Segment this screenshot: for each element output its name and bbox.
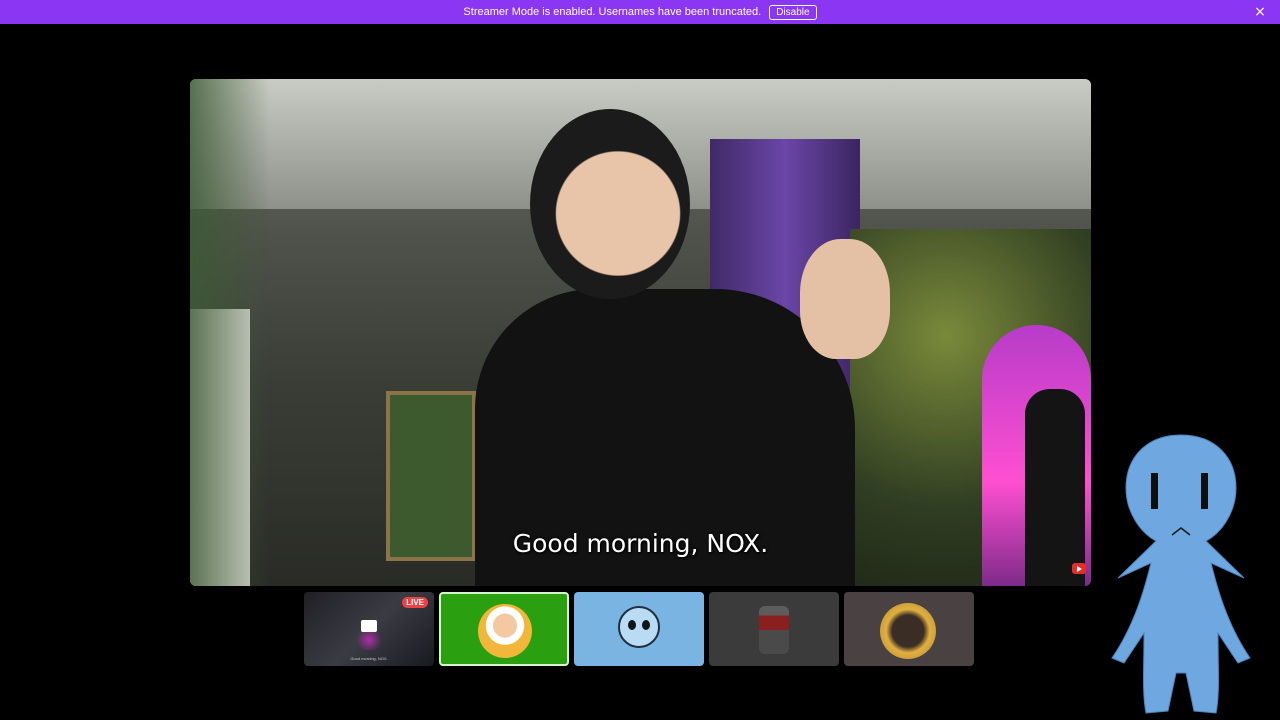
live-badge: LIVE bbox=[402, 597, 428, 608]
participant-tile-gray[interactable] bbox=[709, 592, 839, 666]
person-hand bbox=[800, 239, 890, 359]
avatar bbox=[880, 603, 936, 659]
streamer-mode-message: Streamer Mode is enabled. Usernames have… bbox=[463, 6, 762, 18]
scene-plants bbox=[190, 79, 270, 586]
person-head bbox=[530, 109, 690, 299]
stream-glow bbox=[354, 630, 384, 650]
disable-streamer-mode-button[interactable]: Disable bbox=[769, 4, 817, 20]
avatar bbox=[478, 604, 532, 658]
youtube-icon[interactable] bbox=[1072, 563, 1086, 574]
video-subtitle: Good morning, NOX. bbox=[512, 529, 769, 558]
avatar bbox=[759, 606, 789, 654]
avatar bbox=[618, 606, 660, 648]
alien-mascot-icon bbox=[1111, 434, 1251, 714]
stream-tile[interactable]: LIVE Good morning, NOX. bbox=[304, 592, 434, 666]
stream-caption: Good morning, NOX. bbox=[350, 656, 388, 661]
participant-tile-dark[interactable] bbox=[844, 592, 974, 666]
streamer-mode-banner: Streamer Mode is enabled. Usernames have… bbox=[0, 0, 1280, 24]
participant-tiles: LIVE Good morning, NOX. bbox=[304, 592, 974, 666]
close-icon[interactable]: × bbox=[1252, 4, 1268, 20]
participant-tile-green[interactable] bbox=[439, 592, 569, 666]
participant-tile-blue[interactable] bbox=[574, 592, 704, 666]
main-video-stream[interactable]: Good morning, NOX. bbox=[190, 79, 1091, 586]
monitor-icon bbox=[361, 620, 377, 632]
